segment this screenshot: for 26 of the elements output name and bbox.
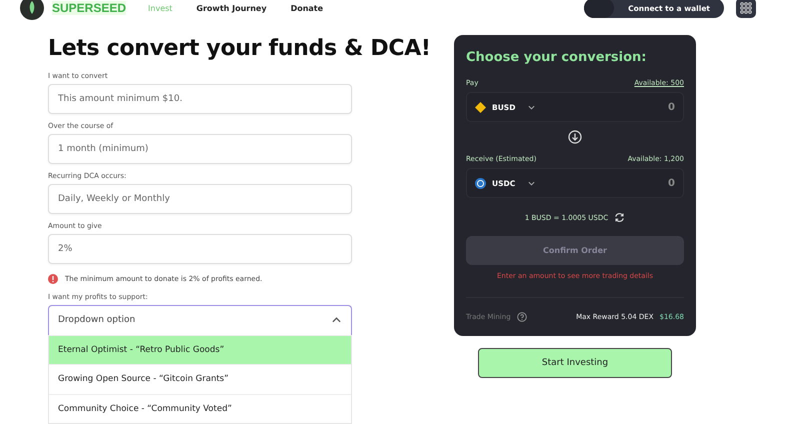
start-investing-button[interactable]: Start Investing	[478, 348, 672, 378]
diamond-token-icon	[475, 102, 486, 112]
input-field[interactable]: Daily, Weekly or Monthly	[48, 184, 352, 214]
chevron-up-icon	[332, 317, 341, 323]
dropdown-option[interactable]: Eternal Optimist - “Retro Public Goods”	[49, 334, 351, 364]
arrow-down-circle-icon	[568, 130, 582, 144]
brand-name: SUPERSEED	[52, 1, 126, 15]
help-icon[interactable]	[516, 312, 527, 322]
logo-icon	[20, 0, 44, 20]
input-field[interactable]: 1 month (minimum)	[48, 134, 352, 164]
refresh-icon[interactable]	[614, 212, 626, 223]
chevron-down-icon	[528, 104, 535, 110]
panel-title: Choose your conversion:	[466, 50, 648, 65]
amount-value: 0	[668, 178, 675, 188]
nav-link[interactable]: Donate	[290, 4, 324, 12]
input-field[interactable]: This amount minimum $10.	[48, 84, 352, 114]
input-field[interactable]: 2%	[48, 234, 352, 264]
chevron-down-icon	[528, 180, 535, 186]
nav-link[interactable]: Growth Journey	[196, 4, 267, 12]
dropdown-option[interactable]: Growing Open Source - “Gitcoin Grants”	[49, 364, 351, 394]
error-icon	[48, 274, 58, 284]
coin-token-icon	[475, 178, 486, 188]
dropdown-option[interactable]: Community Choice - “Community Voted”	[49, 394, 351, 423]
page-title: Lets convert your funds & DCA!	[48, 35, 431, 62]
amount-value: 0	[668, 102, 675, 112]
apps-menu-icon[interactable]	[736, 0, 756, 18]
